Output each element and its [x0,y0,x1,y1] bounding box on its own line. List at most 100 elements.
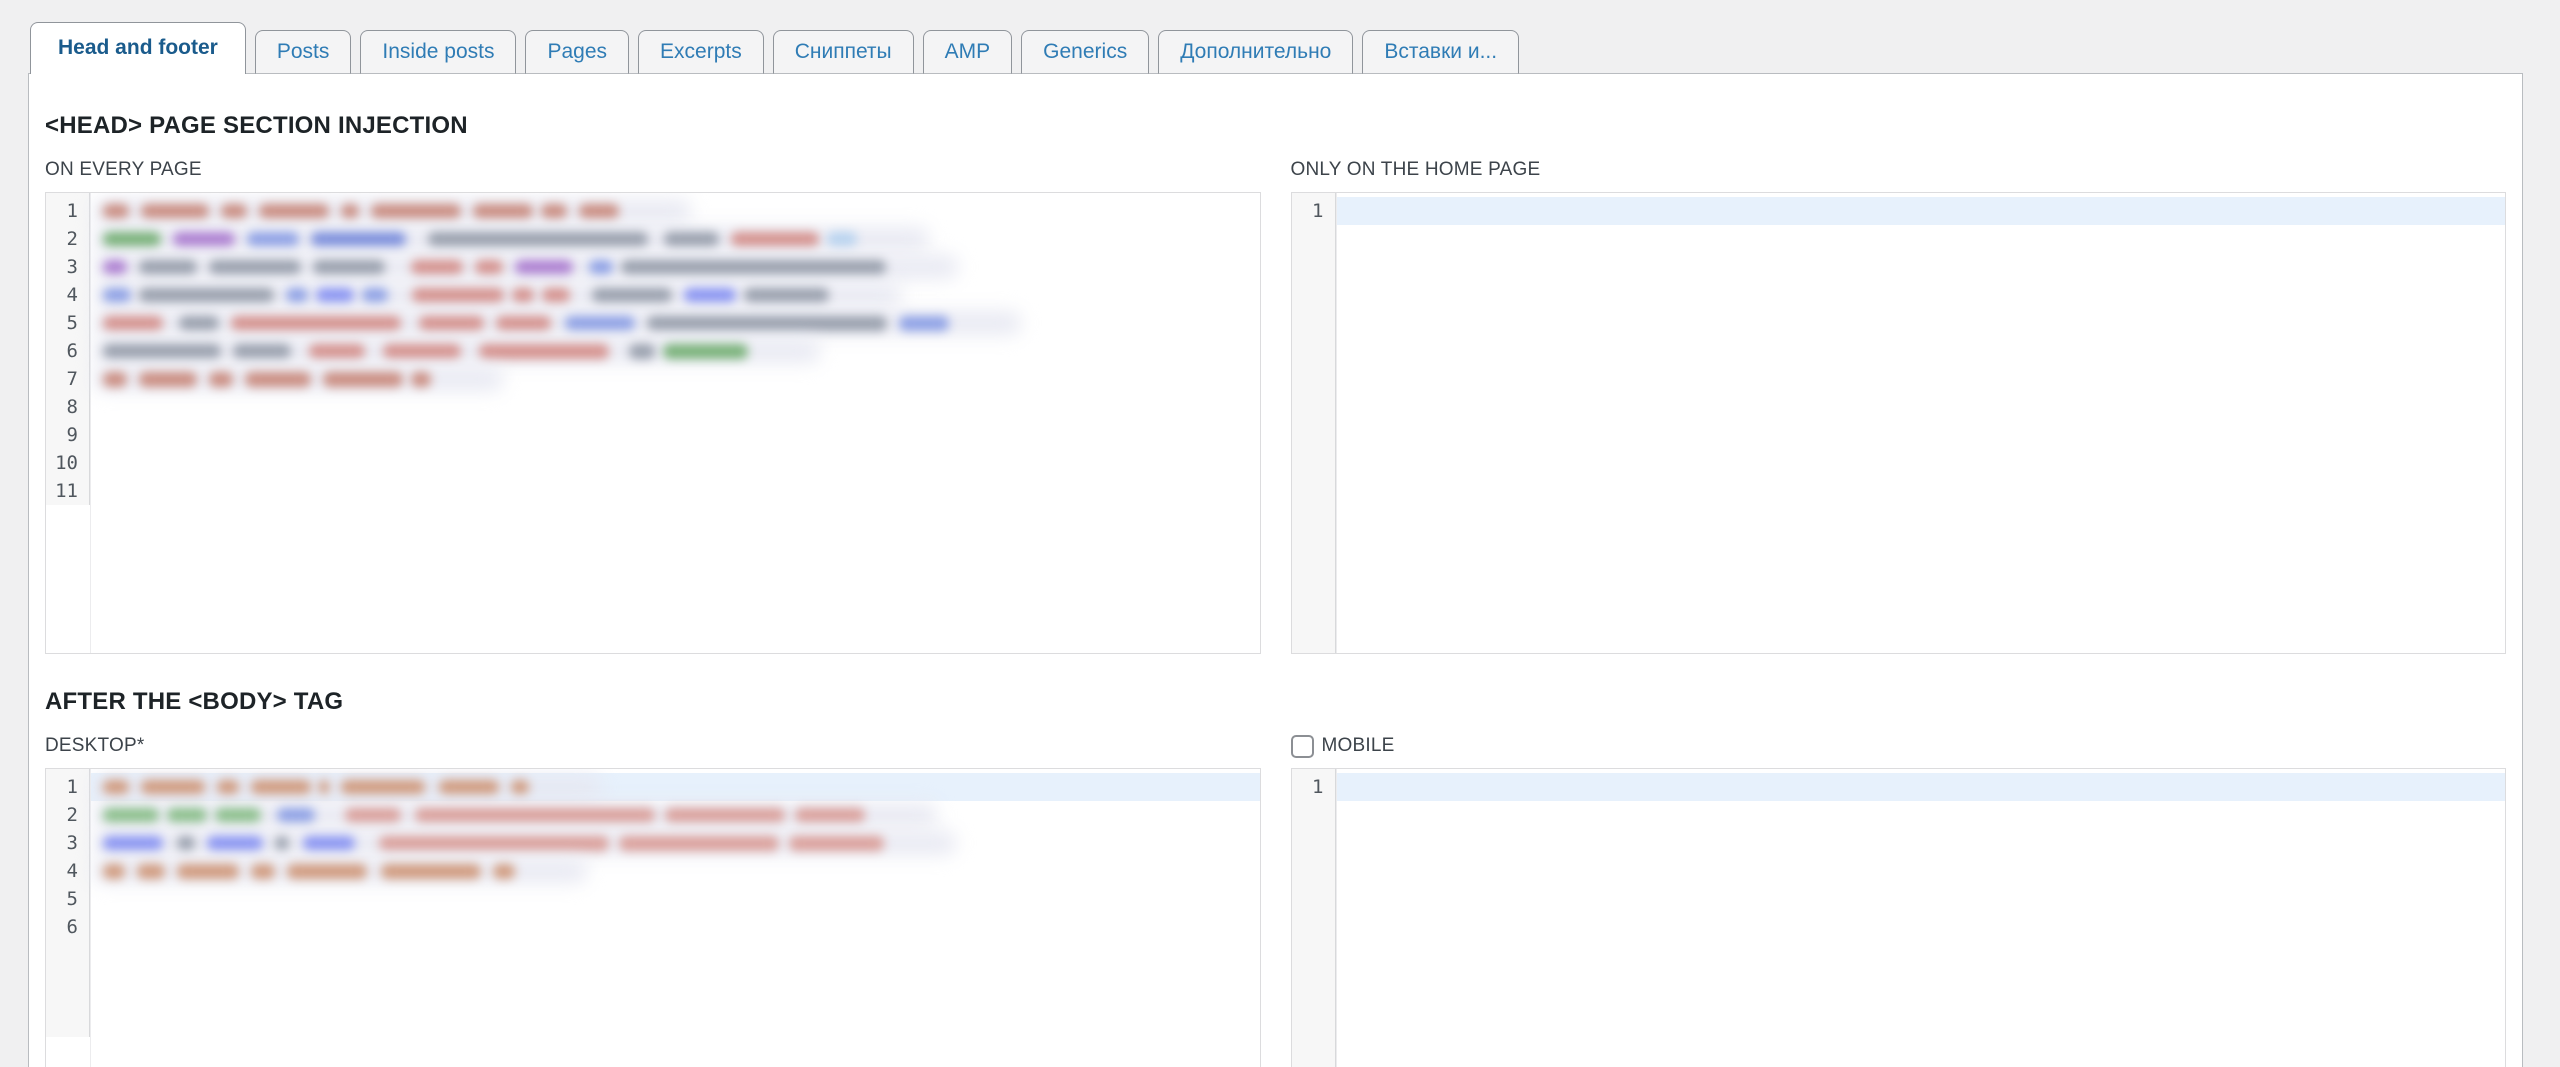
blurred-code-token [592,288,672,303]
head-injection-row: ON EVERY PAGE 1234567891011 ONLY ON THE … [45,156,2506,654]
blurred-code-token [341,780,425,795]
code-editor-home-page[interactable]: 1 [1291,192,2507,654]
blurred-code-token [275,836,289,851]
code-line [91,197,1260,225]
editor-code[interactable] [1337,193,2506,653]
blurred-code-token [173,232,235,247]
field-home-page-only: ONLY ON THE HOME PAGE 1 [1291,156,2507,654]
blurred-code-token [259,204,329,219]
blurred-code-token [139,372,197,387]
code-line [91,773,1260,801]
line-number: 5 [46,885,89,913]
blurred-code-token [731,232,819,247]
tab-amp[interactable]: AMP [923,30,1013,74]
settings-tab-bar: Head and footerPostsInside postsPagesExc… [0,0,2560,74]
code-line [91,281,1260,309]
blurred-code-token [103,780,129,795]
mobile-checkbox[interactable] [1291,735,1314,758]
editor-gutter: 123456 [46,769,90,1037]
blurred-code-token [179,316,219,331]
blurred-code-token [209,260,301,275]
settings-panel: <HEAD> PAGE SECTION INJECTION ON EVERY P… [28,73,2523,1067]
blurred-code-token [663,344,748,359]
code-line [91,913,1260,941]
blurred-code-token [309,344,365,359]
blurred-code-token [103,260,127,275]
blurred-code-token [371,204,461,219]
blurred-code-token [362,288,388,303]
blurred-code-token [103,836,163,851]
code-line [91,801,1260,829]
on-every-page-label: ON EVERY PAGE [45,156,1261,184]
line-number: 2 [46,801,89,829]
blurred-code-token [286,288,308,303]
tab-дополнительно[interactable]: Дополнительно [1158,30,1353,74]
blurred-code-token [411,260,463,275]
tab-inside-posts[interactable]: Inside posts [360,30,516,74]
blurred-code-token [251,780,311,795]
field-on-every-page: ON EVERY PAGE 1234567891011 [45,156,1261,654]
editor-code[interactable] [91,769,1260,1067]
line-number: 2 [46,225,89,253]
blurred-code-token [515,260,573,275]
code-editor-desktop[interactable]: 123456 [45,768,1261,1067]
blurred-code-token [379,836,609,851]
field-desktop: DESKTOP* 123456 [45,732,1261,1067]
code-line [91,365,1260,393]
field-mobile: MOBILE 1 [1291,732,2507,1067]
home-page-only-label: ONLY ON THE HOME PAGE [1291,156,2507,184]
blurred-code-token [664,232,719,247]
tab-excerpts[interactable]: Excerpts [638,30,764,74]
blurred-code-token [565,316,635,331]
tab-вставки-и-[interactable]: Вставки и... [1362,30,1519,74]
blurred-code-token [141,204,209,219]
blurred-code-token [323,372,403,387]
section-title-head-injection: <HEAD> PAGE SECTION INJECTION [45,112,2506,140]
line-number: 4 [46,281,89,309]
blurred-code-token [411,372,431,387]
code-line [91,857,1260,885]
code-line [91,477,1260,505]
blurred-code-token [251,864,275,879]
tab-generics[interactable]: Generics [1021,30,1149,74]
code-line [91,337,1260,365]
editor-code[interactable] [1337,769,2506,1067]
line-number: 5 [46,309,89,337]
blurred-code-token [428,232,648,247]
blurred-code-token [496,316,551,331]
code-line [1337,773,2506,801]
code-editor-mobile[interactable]: 1 [1291,768,2507,1067]
code-line [91,225,1260,253]
line-number: 6 [46,337,89,365]
tab-posts[interactable]: Posts [255,30,352,74]
line-number: 9 [46,421,89,449]
blurred-code-token [103,316,163,331]
tab-head-and-footer[interactable]: Head and footer [30,22,246,74]
blurred-code-token [542,288,570,303]
blurred-code-token [512,288,534,303]
section-title-after-body: AFTER THE <BODY> TAG [45,688,2506,716]
blurred-code-token [827,232,857,247]
blurred-code-token [899,316,949,331]
blurred-code-token [313,260,385,275]
editor-code[interactable] [91,193,1260,653]
blurred-code-token [177,836,195,851]
tab-pages[interactable]: Pages [525,30,629,74]
blurred-code-token [383,344,461,359]
code-line [91,421,1260,449]
blurred-code-token [141,780,205,795]
blurred-code-token [215,808,261,823]
mobile-label-row: MOBILE [1291,732,2507,760]
code-editor-every-page[interactable]: 1234567891011 [45,192,1261,654]
blurred-code-token [419,316,484,331]
blurred-code-token [103,288,131,303]
blurred-code-token [209,372,233,387]
tab-сниппеты[interactable]: Сниппеты [773,30,914,74]
line-number: 3 [46,829,89,857]
line-number: 1 [46,197,89,225]
line-number: 8 [46,393,89,421]
blurred-code-token [744,288,829,303]
editor-gutter: 1 [1292,193,1336,653]
code-line [91,393,1260,421]
blurred-code-token [139,288,274,303]
